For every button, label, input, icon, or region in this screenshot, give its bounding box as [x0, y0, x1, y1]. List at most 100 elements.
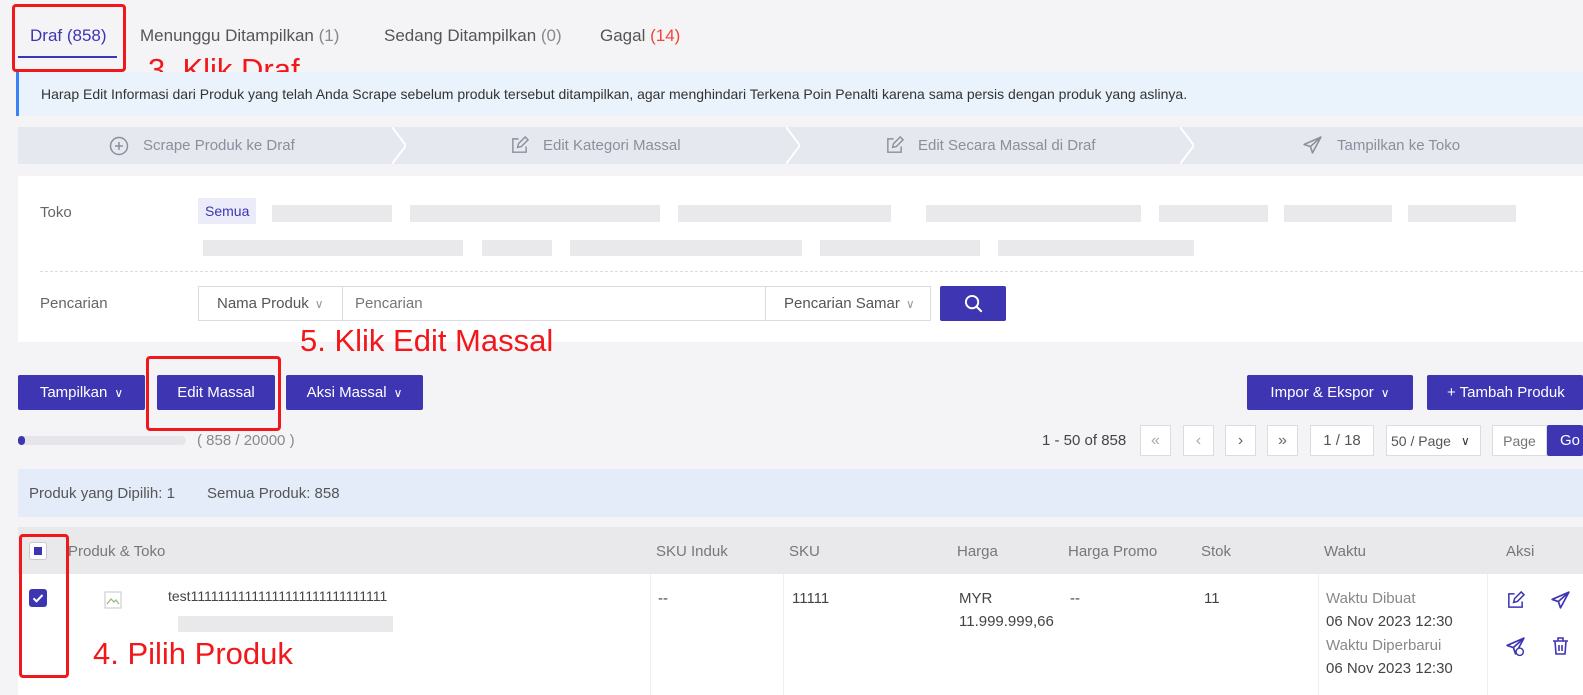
chevron-right-icon: [1180, 127, 1194, 164]
price-currency: MYR: [959, 590, 993, 607]
all-count: Semua Produk: 858: [207, 485, 340, 502]
search-mode-select[interactable]: Pencarian Samar ∨: [765, 286, 931, 321]
store-option[interactable]: [272, 205, 392, 222]
header-aksi: Aksi: [1506, 543, 1535, 560]
selected-count: Produk yang Dipilih: 1: [29, 485, 175, 502]
sku-cell: 11111: [792, 590, 830, 607]
page-size-select[interactable]: 50 / Page ∨: [1386, 425, 1481, 456]
step-label: Edit Kategori Massal: [543, 137, 681, 154]
header-produk-toko: Produk & Toko: [68, 543, 166, 560]
double-chevron-right-icon: »: [1278, 431, 1287, 449]
edit-icon: [887, 136, 904, 153]
step-tampilkan-toko: Tampilkan ke Toko: [1302, 127, 1460, 164]
tab-count: (14): [650, 26, 681, 45]
created-label: Waktu Dibuat: [1326, 590, 1416, 607]
next-page-button[interactable]: ›: [1225, 425, 1256, 456]
selection-bar: Produk yang Dipilih: 1 Semua Produk: 858: [18, 469, 1583, 517]
impor-ekspor-label: Impor & Ekspor: [1270, 384, 1374, 401]
updated-label: Waktu Diperbarui: [1326, 637, 1442, 654]
chevron-right-icon: [786, 127, 800, 164]
chevron-right-icon: ›: [1237, 431, 1244, 449]
column-divider: [1318, 574, 1319, 695]
pagination-range: 1 - 50 of 858: [1042, 432, 1127, 449]
store-option[interactable]: [678, 205, 891, 222]
search-mode-value: Pencarian Samar: [784, 295, 900, 312]
page-jump-input[interactable]: [1492, 425, 1547, 456]
store-option[interactable]: [926, 205, 1141, 222]
double-chevron-left-icon: «: [1151, 431, 1160, 449]
product-name[interactable]: test11111111111111111111111111111: [168, 588, 387, 604]
tab-label: Sedang Ditampilkan: [384, 26, 537, 45]
chevron-right-icon: [392, 127, 406, 164]
chevron-down-icon: ∨: [905, 296, 915, 311]
broken-image-icon: [104, 591, 122, 609]
store-all-option[interactable]: Semua: [198, 198, 257, 224]
impor-ekspor-button[interactable]: Impor & Ekspor ∨: [1247, 375, 1413, 410]
schedule-send-icon[interactable]: [1505, 636, 1526, 657]
store-option[interactable]: [1284, 205, 1392, 222]
annotation-box-checkbox: [19, 534, 69, 678]
created-time: 06 Nov 2023 12:30: [1326, 613, 1453, 630]
step-edit-massal-draf: Edit Secara Massal di Draf: [885, 127, 1096, 164]
search-field-value: Nama Produk: [217, 295, 309, 312]
search-icon: [964, 294, 982, 313]
quota-progress-bar: [18, 436, 186, 445]
step-label: Edit Secara Massal di Draf: [918, 137, 1096, 154]
tambah-produk-button[interactable]: + Tambah Produk: [1427, 375, 1583, 410]
column-divider: [650, 574, 651, 695]
chevron-down-icon: ∨: [114, 385, 124, 400]
header-harga-promo: Harga Promo: [1068, 543, 1158, 560]
page-indicator: 1 / 18: [1310, 425, 1374, 456]
updated-time: 06 Nov 2023 12:30: [1326, 660, 1453, 677]
quota-text: ( 858 / 20000 ): [197, 432, 295, 449]
tab-label: Gagal: [600, 26, 646, 45]
store-option[interactable]: [820, 240, 980, 256]
store-option[interactable]: [1159, 205, 1268, 222]
tampilkan-label: Tampilkan: [39, 384, 108, 401]
tampilkan-button[interactable]: Tampilkan ∨: [18, 375, 145, 410]
annotation-step4: 4. Pilih Produk: [93, 636, 293, 671]
search-label: Pencarian: [40, 295, 108, 312]
edit-icon: [512, 136, 529, 153]
store-option[interactable]: [998, 240, 1194, 256]
search-button[interactable]: [940, 286, 1006, 321]
page-size-value: 50 / Page: [1391, 432, 1451, 449]
send-icon[interactable]: [1550, 590, 1571, 611]
last-page-button[interactable]: »: [1267, 425, 1298, 456]
annotation-step5: 5. Klik Edit Massal: [300, 323, 554, 358]
store-option[interactable]: [1408, 205, 1516, 222]
chevron-down-icon: ∨: [1380, 385, 1390, 400]
search-field-select[interactable]: Nama Produk ∨: [198, 286, 343, 321]
edit-icon[interactable]: [1506, 591, 1525, 610]
sku-induk-cell: --: [658, 590, 668, 607]
aksi-massal-button[interactable]: Aksi Massal ∨: [286, 375, 423, 410]
first-page-button[interactable]: «: [1140, 425, 1171, 456]
chevron-down-icon: ∨: [393, 385, 403, 400]
plus-circle-icon: [109, 136, 129, 155]
search-input[interactable]: [343, 286, 766, 321]
go-label: Go: [1560, 432, 1581, 449]
notice-text: Harap Edit Informasi dari Produk yang te…: [41, 86, 1188, 102]
tab-gagal[interactable]: Gagal (14): [600, 26, 680, 46]
store-option[interactable]: [203, 240, 463, 256]
go-button[interactable]: Go: [1547, 425, 1583, 456]
tab-menunggu-ditampilkan[interactable]: Menunggu Ditampilkan (1): [140, 26, 339, 46]
store-option[interactable]: [570, 240, 802, 256]
header-harga: Harga: [957, 543, 998, 560]
header-sku: SKU: [789, 543, 820, 560]
price-value: 11.999.999,66: [959, 613, 1054, 630]
tab-sedang-ditampilkan[interactable]: Sedang Ditampilkan (0): [384, 26, 562, 46]
header-stok: Stok: [1201, 543, 1232, 560]
store-option[interactable]: [410, 205, 660, 222]
product-store: [178, 616, 393, 632]
header-sku-induk: SKU Induk: [656, 543, 728, 560]
notice-banner: Harap Edit Informasi dari Produk yang te…: [16, 72, 1583, 116]
annotation-box-draf: [12, 4, 126, 72]
column-divider: [1487, 574, 1488, 695]
tab-count: (1): [318, 26, 340, 45]
aksi-massal-label: Aksi Massal: [306, 384, 387, 401]
prev-page-button[interactable]: ‹: [1183, 425, 1214, 456]
trash-icon[interactable]: [1551, 636, 1570, 656]
store-option[interactable]: [482, 240, 552, 256]
send-icon: [1303, 136, 1322, 154]
